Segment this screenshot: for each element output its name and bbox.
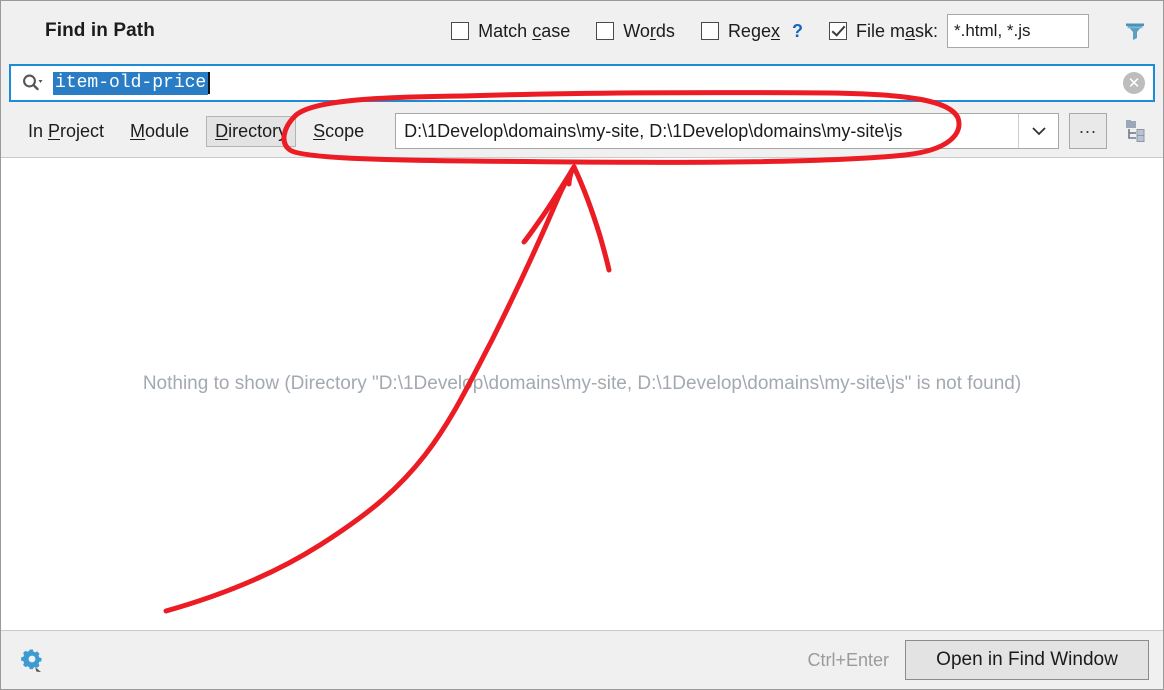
search-options-group: Match case Words Regex ? File mask: (451, 14, 1149, 48)
regex-help-icon[interactable]: ? (792, 21, 803, 42)
option-regex[interactable]: Regex ? (700, 20, 803, 42)
text-caret (208, 72, 211, 94)
search-row: item-old-price ✕ (1, 61, 1163, 105)
search-magnifier-icon[interactable] (21, 73, 43, 93)
dialog-footer: Ctrl+Enter Open in Find Window (1, 631, 1163, 689)
file-mask-input[interactable] (947, 14, 1089, 48)
footer-actions: Ctrl+Enter Open in Find Window (807, 640, 1149, 680)
dialog-header: Find in Path Match case Words Regex ? Fi… (1, 1, 1163, 61)
option-match-case[interactable]: Match case (451, 21, 570, 42)
words-label: Words (623, 20, 675, 41)
option-file-mask[interactable]: File mask: (828, 14, 1089, 48)
file-mask-checkbox[interactable] (828, 22, 847, 40)
folder-tree-icon[interactable] (1119, 114, 1153, 148)
find-in-path-dialog: Find in Path Match case Words Regex ? Fi… (0, 0, 1164, 690)
empty-results-message: Nothing to show (Directory "D:\1Develop\… (142, 373, 1022, 394)
browse-directory-button[interactable]: ... (1069, 113, 1107, 149)
scope-tab-scope[interactable]: Scope (304, 116, 373, 147)
funnel-icon[interactable] (1121, 17, 1149, 45)
results-area: Nothing to show (Directory "D:\1Develop\… (1, 157, 1163, 631)
shortcut-hint: Ctrl+Enter (807, 649, 889, 670)
clear-search-icon[interactable]: ✕ (1123, 72, 1145, 94)
regex-label: Regex (727, 20, 780, 41)
chevron-down-icon[interactable] (1018, 114, 1058, 148)
scope-tab-directory[interactable]: Directory (206, 115, 297, 147)
scope-row: In Project Module Directory Scope D:\1De… (1, 105, 1163, 157)
directory-path-combobox[interactable]: D:\1Develop\domains\my-site, D:\1Develop… (395, 113, 1059, 149)
scope-tab-in-project[interactable]: In Project (19, 116, 113, 147)
gear-icon[interactable] (17, 645, 47, 675)
option-words[interactable]: Words (596, 21, 675, 42)
search-input-value[interactable]: item-old-price (53, 71, 209, 95)
directory-path-value[interactable]: D:\1Develop\domains\my-site, D:\1Develop… (396, 114, 1018, 148)
page-title: Find in Path (45, 20, 155, 41)
open-in-find-window-button[interactable]: Open in Find Window (905, 640, 1149, 680)
file-mask-label: File mask: (855, 20, 938, 41)
scope-tabs: In Project Module Directory Scope (19, 115, 373, 147)
words-checkbox[interactable] (596, 22, 615, 40)
match-case-label: Match case (478, 20, 571, 41)
regex-checkbox[interactable] (700, 22, 719, 40)
match-case-checkbox[interactable] (451, 22, 470, 40)
search-input[interactable]: item-old-price ✕ (9, 64, 1155, 102)
scope-tab-module[interactable]: Module (121, 116, 198, 147)
